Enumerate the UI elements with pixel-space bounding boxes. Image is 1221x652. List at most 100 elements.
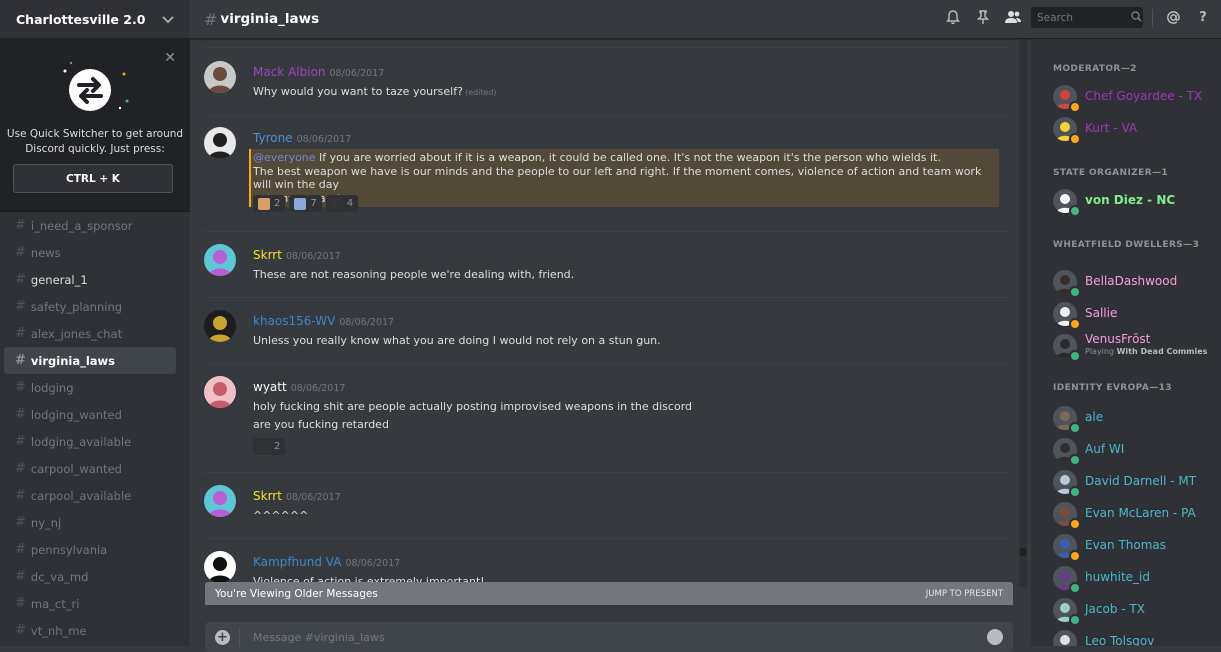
everyone-mention[interactable]: @everyone (253, 151, 319, 164)
member-name[interactable]: Chef Goyardee - TX (1085, 89, 1202, 103)
avatar[interactable] (204, 376, 236, 408)
bell-icon[interactable] (945, 10, 961, 26)
members-icon[interactable] (1003, 10, 1023, 26)
help-icon[interactable]: ? (1195, 10, 1211, 26)
channel-item-news[interactable]: # news (4, 239, 176, 266)
jump-to-present-button[interactable]: JUMP TO PRESENT (926, 589, 1003, 599)
member-name[interactable]: Evan Thomas (1085, 538, 1166, 552)
author-name[interactable]: Skrrt (253, 248, 282, 262)
message-author[interactable]: Skrrt 08/06/2017 (253, 489, 341, 503)
member-item[interactable]: Kurt - VA (1053, 115, 1218, 145)
reaction-button[interactable]: 2 (253, 195, 286, 212)
message-timestamp: 08/06/2017 (285, 251, 341, 262)
avatar[interactable] (204, 310, 236, 342)
message-author[interactable]: Mack Albion 08/06/2017 (253, 65, 384, 79)
scrollbar-track[interactable] (1019, 39, 1027, 587)
channel-item-safety-planning[interactable]: # safety_planning (4, 293, 176, 320)
member-item[interactable]: Leo Tolsgov (1053, 628, 1218, 646)
member-item[interactable]: Sallie (1053, 300, 1218, 330)
member-item[interactable]: Jacob - TX (1053, 596, 1218, 626)
member-item[interactable]: huwhite_id (1053, 564, 1218, 594)
member-item[interactable]: Evan McLaren - PA (1053, 500, 1218, 530)
channel-item-label: carpool_available (30, 488, 132, 503)
channel-item-lodging[interactable]: # lodging (4, 374, 176, 401)
upload-plus-icon[interactable]: + (215, 629, 230, 645)
member-item[interactable]: David Darnell - MT (1053, 468, 1218, 498)
member-item[interactable]: Chef Goyardee - TX (1053, 83, 1218, 113)
member-item[interactable]: von Diez - NC (1053, 187, 1218, 217)
channel-item-carpool-wanted[interactable]: # carpool_wanted (4, 455, 176, 482)
pin-icon[interactable] (975, 10, 991, 26)
member-name[interactable]: huwhite_id (1085, 570, 1150, 584)
channel-item-vt-nh-me[interactable]: # vt_nh_me (4, 617, 176, 644)
channel-item-general-1[interactable]: # general_1 (4, 266, 176, 293)
member-name[interactable]: Auf WI (1085, 442, 1124, 456)
member-item[interactable]: VenusFrōst Playing With Dead Commies (1053, 332, 1218, 362)
older-messages-bar[interactable]: You're Viewing Older Messages JUMP TO PR… (205, 582, 1013, 605)
member-item[interactable]: ale (1053, 404, 1218, 434)
reaction-button[interactable]: 4 (325, 195, 359, 212)
message-author[interactable]: Kampfhund VA 08/06/2017 (253, 555, 400, 569)
reaction-count: 2 (274, 198, 281, 209)
channel-item-lodging-wanted[interactable]: # lodging_wanted (4, 401, 176, 428)
author-name[interactable]: Mack Albion (253, 65, 326, 79)
channel-item-carpool-available[interactable]: # carpool_available (4, 482, 176, 509)
member-item[interactable]: Auf WI (1053, 436, 1218, 466)
member-item[interactable]: BellaDashwood (1053, 268, 1218, 298)
hash-icon: # (15, 596, 26, 611)
channel-item-ny-nj[interactable]: # ny_nj (4, 509, 176, 536)
member-name[interactable]: Sallie (1085, 306, 1117, 320)
channel-item-lodging-available[interactable]: # lodging_available (4, 428, 176, 455)
avatar[interactable] (204, 551, 236, 583)
channel-item-virginia-laws[interactable]: # virginia_laws (4, 347, 176, 374)
member-name[interactable]: ale (1085, 410, 1103, 424)
message-input[interactable] (251, 629, 955, 645)
reaction-button[interactable]: 2 (253, 438, 286, 455)
avatar[interactable] (1053, 630, 1077, 646)
shortcut-key[interactable]: CTRL + K (13, 164, 173, 193)
search-box[interactable] (1031, 7, 1143, 28)
channel-item-pennsylvania[interactable]: # pennsylvania (4, 536, 176, 563)
member-name[interactable]: David Darnell - MT (1085, 474, 1196, 488)
message-author[interactable]: wyatt 08/06/2017 (253, 380, 345, 394)
avatar[interactable] (204, 244, 236, 276)
member-name[interactable]: Jacob - TX (1085, 602, 1145, 616)
server-name: Charlottesville 2.0 (16, 11, 146, 27)
reaction-count: 7 (310, 198, 317, 209)
message-author[interactable]: Tyrone 08/06/2017 (253, 131, 351, 145)
mention-icon[interactable] (1165, 10, 1181, 26)
member-name[interactable]: BellaDashwood (1085, 274, 1177, 288)
author-name[interactable]: Kampfhund VA (253, 555, 341, 569)
header-divider (1152, 9, 1153, 27)
author-name[interactable]: Tyrone (253, 131, 293, 145)
channel-item-ma-ct-ri[interactable]: # ma_ct_ri (4, 590, 176, 617)
channel-item-alex-jones-chat[interactable]: # alex_jones_chat (4, 320, 176, 347)
reaction-emoji-icon (294, 197, 307, 210)
emoji-icon[interactable] (987, 629, 1003, 645)
message-author[interactable]: khaos156-WV 08/06/2017 (253, 314, 394, 328)
author-name[interactable]: wyatt (253, 380, 287, 394)
avatar[interactable] (204, 127, 236, 159)
status-online-icon (1069, 614, 1081, 626)
channel-item-dc-va-md[interactable]: # dc_va_md (4, 563, 176, 590)
channel-item-i-need-a-sponsor[interactable]: # i_need_a_sponsor (4, 212, 176, 239)
author-name[interactable]: khaos156-WV (253, 314, 335, 328)
scrollbar-thumb[interactable] (1019, 548, 1027, 556)
member-item[interactable]: Evan Thomas (1053, 532, 1218, 562)
author-name[interactable]: Skrrt (253, 489, 282, 503)
close-icon[interactable]: ✕ (164, 50, 176, 66)
search-input[interactable] (1031, 10, 1129, 25)
member-name[interactable]: Evan McLaren - PA (1085, 506, 1196, 520)
member-name[interactable]: Leo Tolsgov (1085, 634, 1154, 646)
member-name[interactable]: von Diez - NC (1085, 193, 1175, 207)
avatar[interactable] (204, 485, 236, 517)
message-author[interactable]: Skrrt 08/06/2017 (253, 248, 341, 262)
status-idle-icon (1069, 550, 1081, 562)
avatar[interactable] (204, 61, 236, 93)
server-header[interactable]: Charlottesville 2.0 (0, 0, 190, 39)
reaction-button[interactable]: 7 (289, 195, 322, 212)
member-name[interactable]: VenusFrōst (1085, 332, 1150, 346)
message-list[interactable]: Mack Albion 08/06/2017 Why would you want … (190, 39, 1023, 587)
member-name[interactable]: Kurt - VA (1085, 121, 1137, 135)
channel-item-label: lodging_wanted (30, 407, 122, 422)
